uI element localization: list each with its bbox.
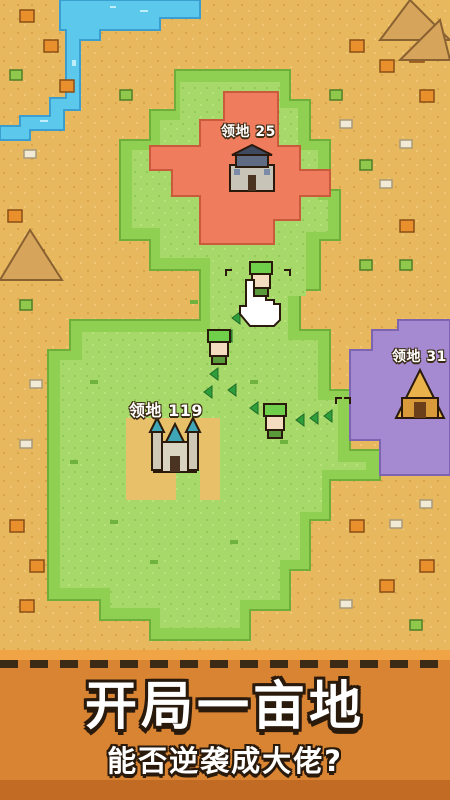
banner-title: 开局一亩地 [84, 677, 365, 737]
green-territory-label: 领地 119 [129, 401, 203, 420]
purple-territory-label: 领地 31 [392, 349, 447, 365]
red-territory-label: 领地 25 [221, 124, 276, 140]
palace-icon [229, 143, 275, 192]
banner-subtitle: 能否逆袭成大佬? [107, 744, 343, 778]
castle-icon [148, 415, 202, 473]
game-screen: 领地 25 领地 119 领地 31 开局一亩地 能否逆袭成大佬? [0, 0, 450, 800]
